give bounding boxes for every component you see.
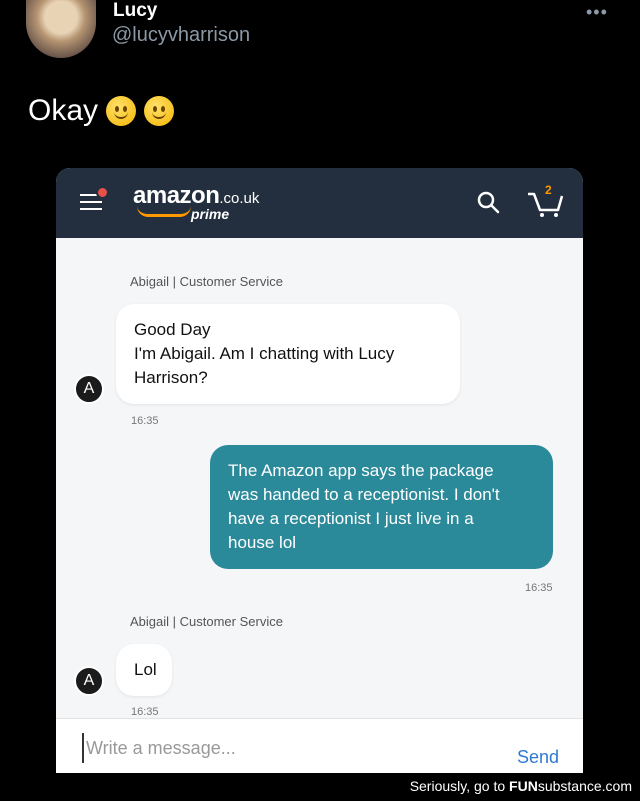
message-time: 16:35 [131,706,159,718]
watermark-prefix: Seriously, go to [409,778,510,794]
message-line: Good Day [134,320,211,339]
message-line: The Amazon app says the package [228,461,494,480]
watermark-brand-a: FUN [509,778,538,794]
chat-screenshot: amazon.co.uk prime 2 Abigail | Customer … [56,168,583,773]
message-line: Lol [134,660,157,679]
message-time: 16:35 [131,415,159,427]
ellipsis-icon[interactable]: ••• [586,2,608,23]
search-icon[interactable] [476,190,500,214]
message-sender: Abigail | Customer Service [130,614,283,629]
message-line: Harrison? [134,368,208,387]
message-sender: Abigail | Customer Service [130,274,283,289]
message-line: I'm Abigail. Am I chatting with Lucy [134,344,395,363]
watermark: Seriously, go to FUNsubstance.com [410,778,632,794]
menu-icon[interactable] [80,186,109,215]
message-line: was handed to a receptionist. I don't [228,485,500,504]
avatar[interactable] [26,0,96,58]
amazon-prime-logo[interactable]: amazon.co.uk prime [133,182,260,222]
tweet-text-label: Okay [28,94,99,127]
slightly-smiling-face-icon [144,96,175,126]
user-name[interactable]: Lucy [113,0,157,22]
message-line: house lol [228,533,297,552]
slightly-smiling-face-icon [106,96,137,126]
logo-smile [137,206,191,217]
message-composer: Send [56,718,583,773]
message-time: 16:35 [525,582,553,594]
agent-avatar: A [74,666,104,696]
app-header: amazon.co.uk prime 2 [56,168,583,238]
user-handle[interactable]: @lucyvharrison [112,24,250,47]
watermark-suffix: .com [601,778,632,794]
send-button[interactable]: Send [517,747,559,768]
cart-count-badge: 2 [545,183,552,197]
message-input[interactable] [82,733,468,763]
message-line: have a receptionist I just live in a [228,509,474,528]
tweet-text: Okay [28,94,175,128]
incoming-message: Good Day I'm Abigail. Am I chatting with… [116,304,460,404]
incoming-message: Lol [116,644,172,696]
agent-avatar: A [74,374,104,404]
watermark-brand-b: substance [537,778,602,794]
notification-dot [96,186,109,199]
logo-prime: prime [191,206,230,222]
logo-word: amazon [133,182,220,209]
outgoing-message: The Amazon app says the package was hand… [210,445,553,569]
logo-tld: .co.uk [219,190,260,207]
